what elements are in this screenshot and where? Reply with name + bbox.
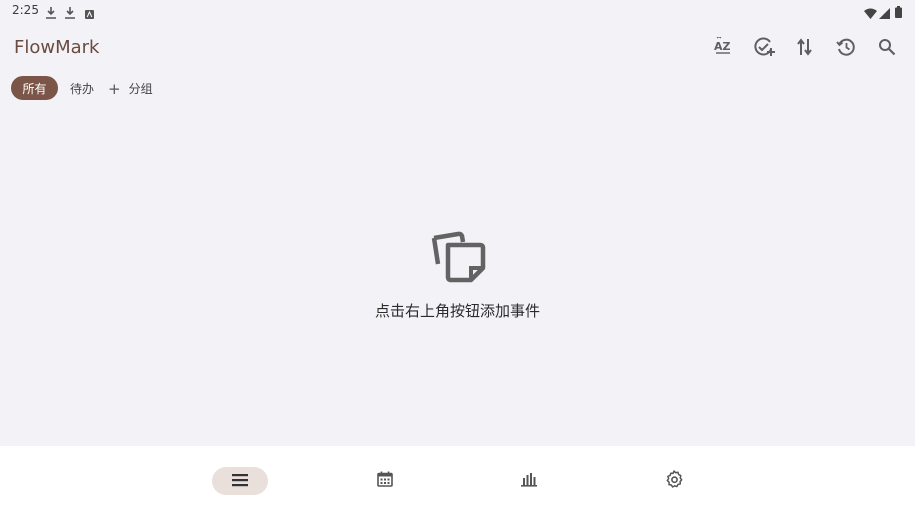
sort-az-text: AZ [714, 40, 731, 53]
download-icon [65, 4, 75, 23]
download-icon [46, 4, 56, 23]
calendar-icon [377, 471, 393, 491]
app-notification-icon [85, 4, 94, 23]
swap-vert-icon [796, 37, 814, 61]
add-group-label: 分组 [128, 82, 153, 96]
list-icon [232, 472, 248, 491]
nav-settings[interactable] [646, 467, 702, 495]
nav-calendar[interactable] [357, 467, 413, 495]
signal-icon [879, 4, 890, 23]
filter-chips: 所有 待办 + 分组 [0, 76, 915, 100]
bar-chart-icon [521, 471, 537, 491]
history-button[interactable] [833, 36, 859, 62]
settings-icon [665, 470, 683, 492]
wifi-icon [864, 4, 877, 23]
top-app-bar: FlowMark AZ [0, 28, 915, 70]
app-title: FlowMark [14, 37, 100, 58]
empty-state-message: 点击右上角按钮添加事件 [374, 302, 540, 320]
nav-list[interactable] [212, 467, 268, 495]
search-button[interactable] [874, 36, 900, 62]
status-bar: 2:25 [0, 0, 915, 22]
status-time: 2:25 [12, 3, 39, 17]
sort-az-button[interactable]: AZ [710, 35, 736, 62]
chip-all[interactable]: 所有 [11, 76, 58, 100]
nav-stats[interactable] [501, 467, 557, 495]
search-icon [878, 38, 896, 60]
battery-icon [895, 3, 902, 22]
add-done-button[interactable] [751, 36, 777, 62]
add-done-icon [753, 36, 775, 62]
chip-todo[interactable]: 待办 [70, 80, 94, 97]
notes-stack-icon [430, 230, 486, 286]
sort-az-icon: AZ [712, 35, 734, 61]
bottom-navigation [0, 446, 915, 515]
history-icon [836, 37, 856, 61]
plus-icon: + [108, 79, 121, 98]
reorder-button[interactable] [792, 36, 818, 62]
add-group-button[interactable]: + 分组 [108, 80, 153, 97]
